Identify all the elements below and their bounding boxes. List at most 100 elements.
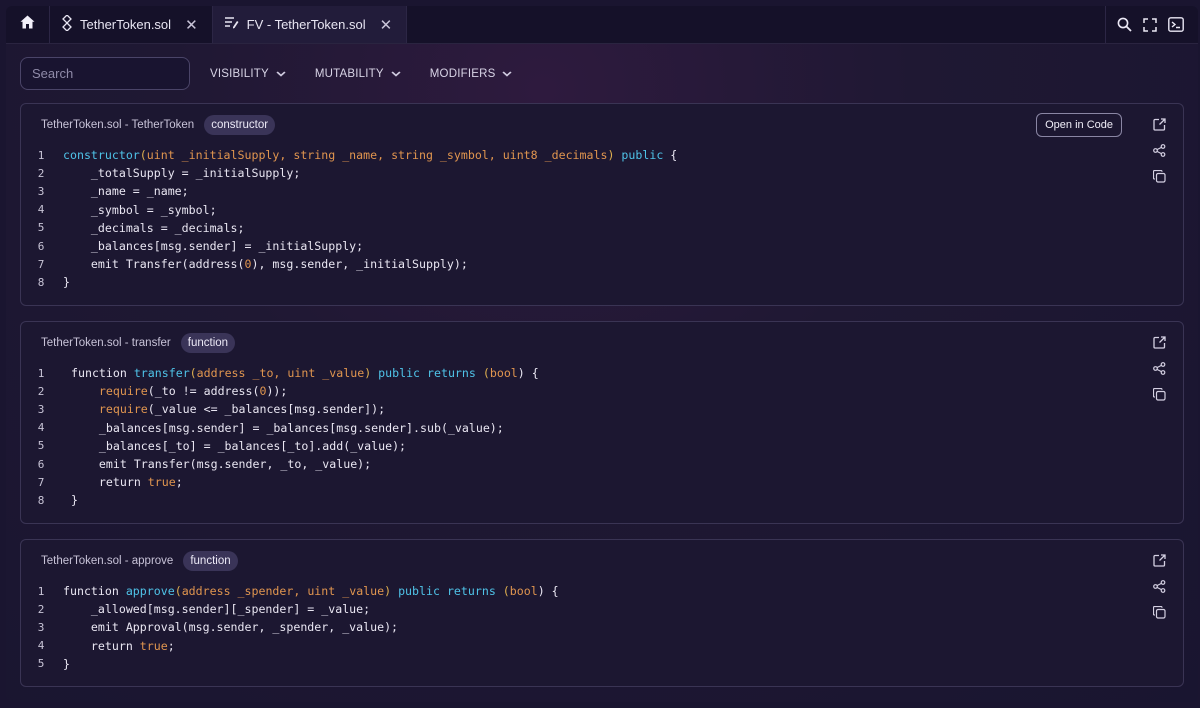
code-line: 7 emit Transfer(address(0), msg.sender, … — [21, 255, 677, 273]
fullscreen-icon[interactable] — [1142, 17, 1158, 33]
chevron-down-icon — [502, 69, 513, 79]
tab-fv-tethertoken-sol[interactable]: FV - TetherToken.sol ✕ — [212, 6, 408, 43]
card-title: TetherToken.sol - transfer — [41, 337, 171, 349]
bool-literal: true — [147, 475, 176, 490]
keyword: function — [63, 584, 126, 599]
card-title: TetherToken.sol - TetherToken — [41, 119, 195, 131]
line-number: 2 — [37, 602, 45, 616]
code-text: _decimals = _decimals; — [63, 220, 245, 235]
code-line: 8} — [21, 273, 677, 291]
close-icon[interactable]: ✕ — [380, 16, 393, 34]
params: address _to, uint _value — [196, 366, 365, 381]
filter-bar: VISIBILITY MUTABILITY MODIFIERS — [20, 57, 521, 90]
code-line: 4 _balances[msg.sender] = _balances[msg.… — [21, 419, 539, 437]
visibility-filter[interactable]: VISIBILITY — [210, 67, 286, 80]
share-icon[interactable] — [1151, 360, 1167, 376]
line-number: 8 — [37, 275, 45, 289]
copy-icon[interactable] — [1151, 168, 1167, 184]
code-line: 5 _balances[_to] = _balances[_to].add(_v… — [21, 437, 539, 455]
line-number: 4 — [37, 421, 45, 435]
kind-badge: function — [183, 551, 238, 571]
line-number: 8 — [37, 493, 45, 507]
code-text: _allowed[msg.sender][_spender] = _value; — [63, 602, 371, 617]
paren: ) — [384, 584, 399, 599]
tab-spacer — [407, 6, 1105, 43]
visibility-keyword: public returns — [378, 366, 476, 381]
params: address _spender, uint _value — [181, 584, 385, 599]
kind-badge: constructor — [204, 115, 276, 135]
line-number: 5 — [37, 657, 45, 671]
line-number: 3 — [37, 620, 45, 634]
tab-label: FV - TetherToken.sol — [246, 17, 366, 32]
share-icon[interactable] — [1151, 578, 1167, 594]
search-icon[interactable] — [1116, 17, 1132, 33]
code-text: )); — [266, 384, 288, 399]
copy-icon[interactable] — [1151, 386, 1167, 402]
line-number: 4 — [37, 203, 45, 217]
code-text: emit Transfer(msg.sender, _to, _value); — [71, 457, 372, 472]
card-actions — [1151, 334, 1167, 402]
terminal-icon[interactable] — [1168, 17, 1184, 33]
line-number: 7 — [37, 257, 45, 271]
tab-bar: TetherToken.sol ✕ FV - TetherToken.sol ✕ — [6, 6, 1198, 44]
line-number: 3 — [37, 184, 45, 198]
code-text: ; — [175, 475, 183, 490]
code-line: 2 _allowed[msg.sender][_spender] = _valu… — [21, 600, 559, 618]
app-window: TetherToken.sol ✕ FV - TetherToken.sol ✕ — [6, 6, 1198, 702]
return-type: bool — [509, 584, 538, 599]
require-keyword: require — [71, 402, 148, 417]
modifiers-filter[interactable]: MODIFIERS — [430, 68, 513, 80]
code-line: 1 function approve(address _spender, uint… — [21, 582, 559, 600]
kind-badge: function — [180, 333, 236, 353]
code-text: _symbol = _symbol; — [63, 202, 217, 217]
code-line: 3 emit Approval(msg.sender, _spender, _v… — [21, 618, 559, 636]
code-text: (_value <= _balances[msg.sender]); — [147, 402, 386, 417]
mutability-filter[interactable]: MUTABILITY — [315, 68, 401, 80]
code-line: 5} — [21, 655, 559, 673]
line-number: 6 — [37, 457, 45, 471]
card-header: TetherToken.sol - transfer function — [41, 333, 236, 353]
function-name: approve — [125, 584, 175, 599]
paren: ( — [174, 584, 182, 599]
close-icon[interactable]: ✕ — [185, 16, 198, 34]
code-line: 4 _symbol = _symbol; — [21, 201, 677, 219]
visibility-keyword: public — [621, 148, 664, 163]
tab-tethertoken-sol[interactable]: TetherToken.sol ✕ — [50, 6, 213, 43]
code-text: return — [71, 475, 148, 490]
code-line: 4 return true; — [21, 637, 559, 655]
open-external-icon[interactable] — [1151, 552, 1167, 568]
open-in-code-button[interactable]: Open in Code — [1036, 113, 1122, 137]
code-text: (_to != address( — [147, 384, 260, 399]
bool-literal: true — [139, 638, 168, 653]
code-line: 8} — [21, 491, 539, 509]
code-line: 1 function transfer(address _to, uint _va… — [21, 364, 539, 382]
code-text: } — [71, 493, 78, 508]
code-text: _balances[msg.sender] = _initialSupply; — [63, 239, 364, 254]
code-line: 3 require(_value <= _balances[msg.sender… — [21, 400, 539, 418]
home-icon[interactable] — [20, 15, 35, 34]
chevron-down-icon — [276, 69, 286, 79]
copy-icon[interactable] — [1151, 604, 1167, 620]
code-card-approve: TetherToken.sol - approve function 1 func… — [20, 539, 1184, 687]
open-external-icon[interactable] — [1151, 116, 1167, 132]
visibility-label: VISIBILITY — [210, 67, 269, 80]
code-text: emit Approval(msg.sender, _spender, _val… — [63, 620, 399, 635]
code-line: 2 require(_to != address(0)); — [21, 382, 539, 400]
code-line: 7 return true; — [21, 473, 539, 491]
search-input[interactable] — [20, 57, 190, 90]
brace: ) { — [517, 366, 539, 381]
code-block: 1 function transfer(address _to, uint _va… — [21, 364, 539, 510]
paren: ( — [189, 366, 197, 381]
share-icon[interactable] — [1151, 142, 1167, 158]
code-block: 1 function approve(address _spender, uint… — [21, 582, 559, 673]
line-number: 3 — [37, 402, 45, 416]
line-number: 6 — [37, 239, 45, 253]
function-name: transfer — [133, 366, 190, 381]
code-line: 3 _name = _name; — [21, 182, 677, 200]
code-text: } — [63, 656, 70, 671]
home-tab[interactable] — [6, 6, 50, 43]
open-external-icon[interactable] — [1151, 334, 1167, 350]
code-line: 5 _decimals = _decimals; — [21, 219, 677, 237]
toolbar-tools — [1105, 6, 1198, 43]
line-number: 1 — [37, 366, 45, 380]
